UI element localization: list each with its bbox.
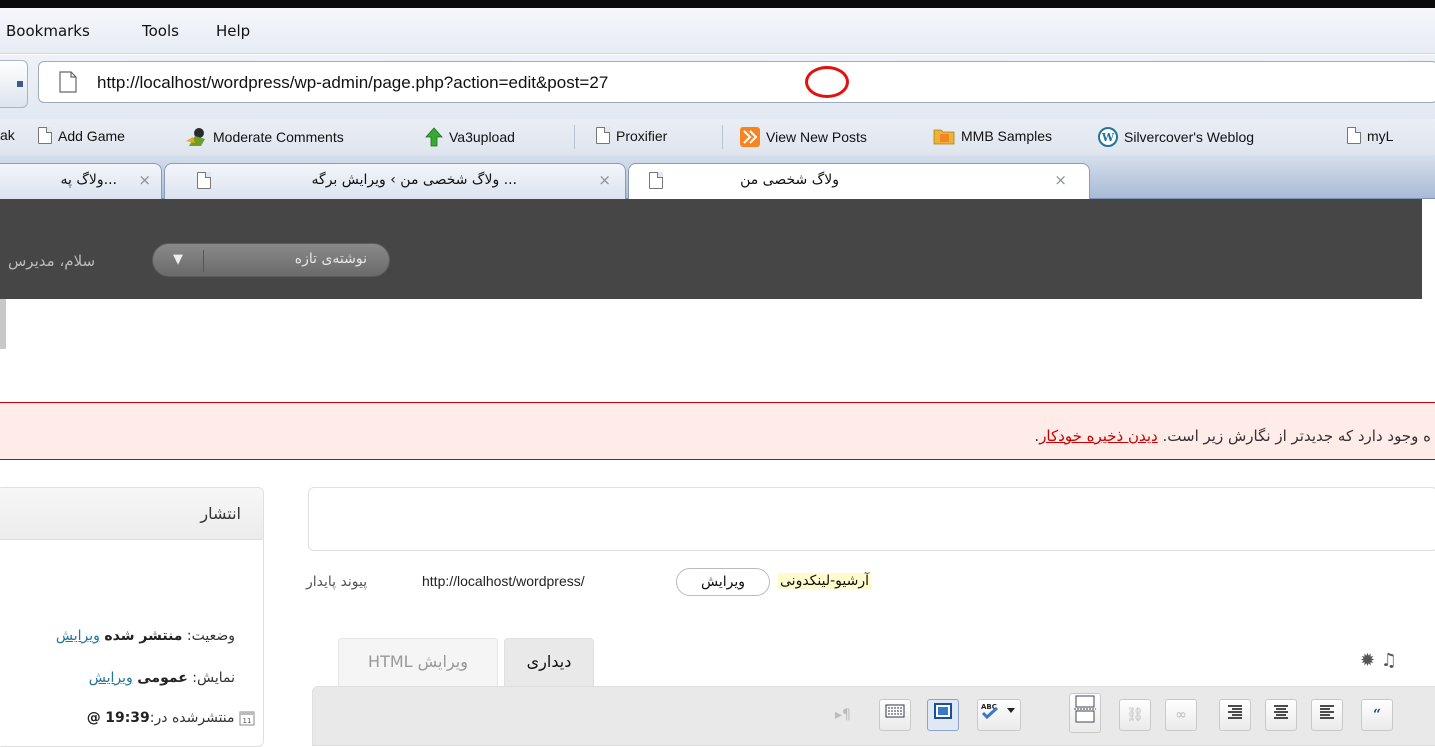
unlink-icon[interactable]: ⛓ [1119, 699, 1151, 731]
permalink-label: پیوند پایدار [306, 574, 368, 590]
tab-weblog-partial[interactable]: ...ولاگ په × [0, 163, 162, 199]
page-break-icon[interactable] [1069, 693, 1101, 733]
navigation-toolbar: http://localhost/wordpress/wp-admin/page… [0, 55, 1435, 119]
tab-strip: ...ولاگ په × ... ولاگ شخصی من › ویرایش ب… [0, 155, 1435, 199]
bookmark-silvercover-weblog[interactable]: W Silvercover's Weblog [1098, 127, 1254, 147]
howdy-text: سلام، مدیرس [8, 252, 96, 270]
tab-visual-editor[interactable]: دیداری [504, 638, 594, 686]
page-icon [38, 127, 52, 144]
wp-admin-header: سلام، مدیرس ▼ نوشته‌ی تازه [0, 199, 1422, 299]
dropdown-dot-icon [17, 81, 23, 87]
divider [203, 250, 204, 272]
red-circle-annotation [805, 66, 849, 98]
forward-button[interactable] [0, 60, 28, 108]
status-row: وضعیت: منتشر شده ویرایش [55, 628, 235, 644]
bookmark-va3upload[interactable]: Va3upload [425, 127, 515, 147]
calendar-icon: 11 [239, 711, 255, 726]
align-center-icon[interactable] [1265, 699, 1297, 731]
address-bar[interactable]: http://localhost/wordpress/wp-admin/page… [38, 61, 1435, 103]
page-title-input[interactable] [308, 487, 1435, 551]
visibility-row: نمایش: عمومی ویرایش [88, 670, 235, 686]
permalink-base-url: http://localhost/wordpress/ [422, 573, 585, 589]
autosave-notice: ه وجود دارد که جدیدتر از نگارش زیر است. … [0, 402, 1435, 460]
svg-text:11: 11 [243, 717, 252, 725]
status-value: منتشر شده [104, 628, 183, 644]
permalink-edit-button[interactable]: ویرایش [676, 568, 770, 596]
permalink-slug[interactable]: آرشیو-لینکدونی [778, 573, 872, 589]
permalink-row: پیوند پایدار http://localhost/wordpress/… [300, 566, 920, 598]
editor-toolbar: ▸¶ ABC ⛓ ∞ “ [312, 686, 1435, 746]
media-upload-icons[interactable]: ✹ ♫ [1360, 650, 1397, 671]
close-tab-icon[interactable]: × [138, 171, 151, 189]
page-icon [649, 172, 663, 189]
spellcheck-icon[interactable]: ABC [977, 699, 1021, 731]
user-comment-icon [186, 128, 205, 146]
visibility-edit-link[interactable]: ویرایش [89, 670, 133, 686]
tab-my-weblog[interactable]: ولاگ شخصی من × [628, 163, 1090, 199]
blockquote-icon[interactable]: “ [1361, 699, 1393, 731]
new-post-label[interactable]: نوشته‌ی تازه [295, 251, 367, 267]
page-icon [1347, 127, 1361, 144]
green-up-arrow-icon [425, 127, 443, 147]
url-text[interactable]: http://localhost/wordpress/wp-admin/page… [97, 73, 608, 93]
close-tab-icon[interactable]: × [1054, 171, 1067, 189]
align-right-icon[interactable] [1219, 699, 1251, 731]
bookmark-moderate-comments[interactable]: Moderate Comments [185, 127, 344, 147]
new-post-favorite-actions[interactable]: ▼ نوشته‌ی تازه [152, 243, 390, 277]
bookmark-partial[interactable]: ak [0, 127, 15, 143]
bookmark-mmb-samples[interactable]: MMB Samples [933, 127, 1052, 145]
published-date-row: 11 منتشرشده در:19:39 @ [87, 710, 255, 726]
menu-bar: Bookmarks Tools Help [0, 8, 1435, 54]
visibility-value: عمومی [137, 670, 188, 686]
wordpress-icon: W [1098, 127, 1118, 147]
menu-tools[interactable]: Tools [142, 22, 179, 40]
tab-html-editor[interactable]: ویرایش HTML [338, 638, 498, 686]
left-edge-divider [0, 299, 6, 349]
bookmark-separator [722, 125, 723, 149]
publish-box: انتشار وضعیت: منتشر شده ویرایش نمایش: عم… [0, 487, 264, 747]
bookmark-myl[interactable]: myL [1347, 127, 1393, 144]
menu-help[interactable]: Help [216, 22, 250, 40]
publish-title: انتشار [200, 504, 241, 523]
page-icon [596, 127, 610, 144]
align-left-icon[interactable] [1311, 699, 1343, 731]
bookmark-view-new-posts[interactable]: View New Posts [740, 127, 867, 147]
kitchen-sink-icon[interactable] [879, 699, 911, 731]
notice-text: ه وجود دارد که جدیدتر از نگارش زیر است. [1157, 427, 1431, 445]
close-tab-icon[interactable]: × [598, 171, 611, 189]
dropdown-arrow-icon[interactable]: ▼ [173, 252, 183, 267]
bookmarks-toolbar: ak Add Game Moderate Comments Va3upload … [0, 119, 1435, 155]
bookmark-proxifier[interactable]: Proxifier [596, 127, 667, 144]
rss-folder-icon [933, 129, 955, 145]
rtl-ltr-icon[interactable]: ▸¶ [827, 699, 859, 731]
window-top-edge [0, 0, 1435, 8]
link-icon[interactable]: ∞ [1165, 699, 1197, 731]
published-time: 19:39 [105, 710, 150, 726]
svg-text:W: W [1101, 131, 1115, 144]
view-autosave-link[interactable]: دیدن ذخیره خودکار [1039, 427, 1158, 445]
publish-box-header[interactable]: انتشار [0, 488, 263, 540]
status-edit-link[interactable]: ویرایش [56, 628, 100, 644]
page-icon [59, 71, 77, 93]
rss-feed-icon [740, 127, 760, 147]
fullscreen-icon[interactable] [927, 699, 959, 731]
bookmark-add-game[interactable]: Add Game [38, 127, 125, 144]
bookmark-separator [574, 125, 575, 149]
menu-bookmarks[interactable]: Bookmarks [6, 22, 90, 40]
page-icon [197, 172, 211, 189]
tab-edit-page[interactable]: ... ولاگ شخصی من › ویرایش برگه × [164, 163, 626, 199]
